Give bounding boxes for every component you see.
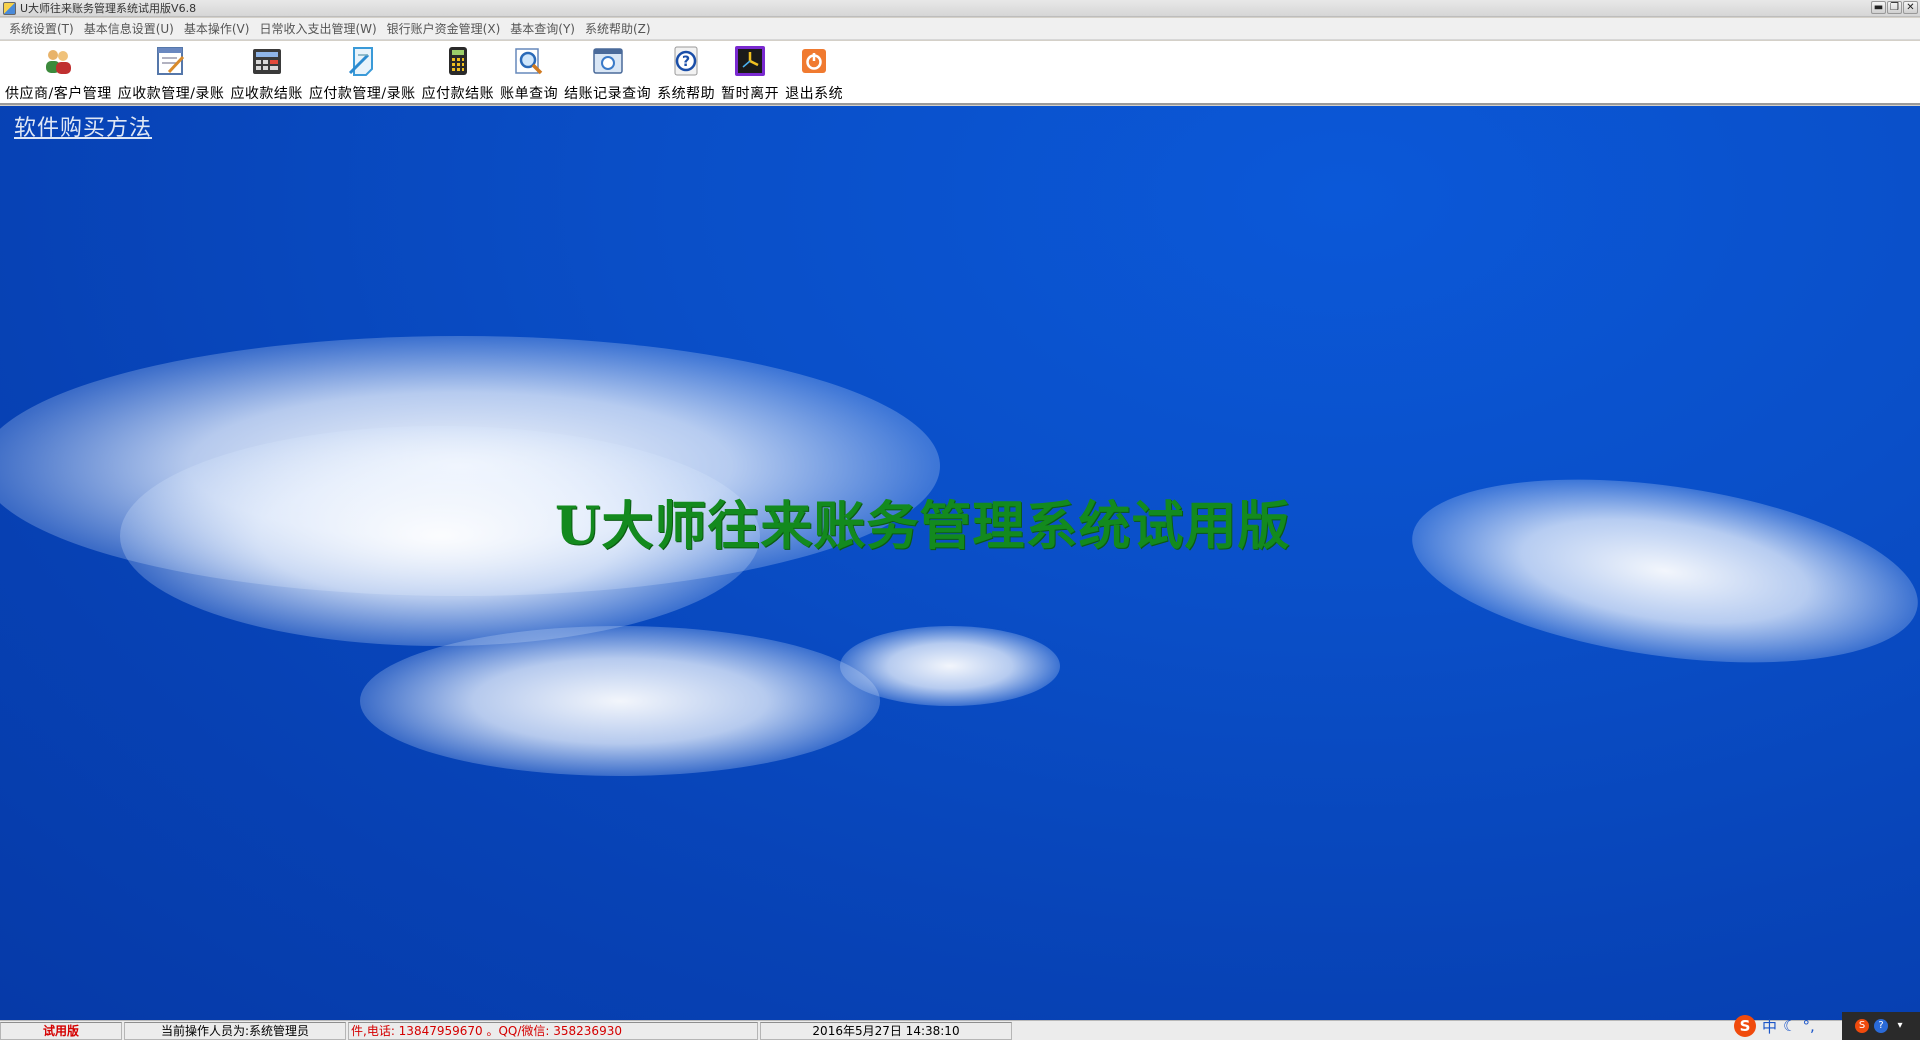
ime-logo-icon[interactable]: S (1734, 1015, 1756, 1037)
menu-bar: 系统设置(T) 基本信息设置(U) 基本操作(V) 日常收入支出管理(W) 银行… (0, 18, 1920, 40)
settle-record-query-button[interactable]: 结账记录查询 (561, 41, 654, 102)
menu-basic-operations[interactable]: 基本操作(V) (179, 18, 255, 39)
tray-dark-panel: S ? ▾ (1842, 1012, 1920, 1040)
receivable-settle-button[interactable]: 应收款结账 (227, 41, 306, 102)
menu-bank-accounts[interactable]: 银行账户资金管理(X) (382, 18, 506, 39)
toolbar-label: 暂时离开 (721, 86, 780, 102)
main-background: 软件购买方法 U大师往来账务管理系统试用版 (0, 106, 1920, 1020)
status-version: 试用版 (0, 1021, 122, 1040)
ledger-edit-icon (154, 45, 188, 77)
app-center-title: U大师往来账务管理系统试用版 (555, 496, 1291, 557)
moon-icon[interactable]: ☾ (1783, 1017, 1796, 1035)
toolbar-label: 供应商/客户管理 (5, 86, 112, 102)
help-small-icon[interactable]: ? (1874, 1019, 1888, 1033)
toolbar-label: 账单查询 (500, 86, 559, 102)
svg-text:?: ? (682, 54, 690, 70)
toolbar-label: 应收款管理/录账 (117, 86, 225, 102)
cloud-decoration (360, 626, 880, 776)
toolbar-label: 应收款结账 (230, 86, 303, 102)
calculator-yellow-icon (441, 45, 475, 77)
bill-query-button[interactable]: 账单查询 (497, 41, 561, 102)
toolbar: 供应商/客户管理 应收款管理/录账 应收款结账 应付款管理/录账 应付款结账 账… (0, 41, 1920, 105)
restore-button[interactable]: ❐ (1887, 1, 1902, 14)
leave-temporarily-button[interactable]: 暂时离开 (718, 41, 782, 102)
payable-settle-button[interactable]: 应付款结账 (419, 41, 498, 102)
system-help-button[interactable]: ? 系统帮助 (654, 41, 718, 102)
calculator-icon (250, 45, 284, 77)
menu-basic-info-settings[interactable]: 基本信息设置(U) (79, 18, 179, 39)
window-search-icon (591, 45, 625, 77)
close-button[interactable]: ✕ (1903, 1, 1918, 14)
toolbar-label: 应付款结账 (421, 86, 495, 102)
receivable-manage-button[interactable]: 应收款管理/录账 (115, 41, 228, 102)
exit-system-button[interactable]: 退出系统 (782, 41, 846, 102)
ime-tray: S 中 ☾ °, S ? ▾ (1730, 1012, 1920, 1040)
ime-logo-small-icon[interactable]: S (1855, 1019, 1869, 1033)
status-bar: 试用版 当前操作人员为:系统管理员 件,电话: 13847959670 。QQ/… (0, 1020, 1920, 1040)
minimize-button[interactable]: ▬ (1871, 1, 1886, 14)
cloud-decoration (1400, 451, 1920, 691)
magnifier-icon (512, 45, 546, 77)
status-operator: 当前操作人员为:系统管理员 (124, 1021, 346, 1040)
status-contact: 件,电话: 13847959670 。QQ/微信: 358236930 (348, 1021, 758, 1040)
title-bar: U大师往来账务管理系统试用版V6.8 ▬ ❐ ✕ (0, 0, 1920, 17)
toolbar-label: 结账记录查询 (564, 86, 652, 102)
payable-manage-button[interactable]: 应付款管理/录账 (306, 41, 419, 102)
toolbar-label: 应付款管理/录账 (308, 86, 416, 102)
pen-document-icon (345, 45, 379, 77)
window-controls: ▬ ❐ ✕ (1871, 1, 1918, 14)
window-title: U大师往来账务管理系统试用版V6.8 (20, 2, 197, 15)
clock-icon (733, 45, 767, 77)
menu-basic-query[interactable]: 基本查询(Y) (505, 18, 580, 39)
help-icon: ? (669, 45, 703, 77)
toolbar-label: 退出系统 (785, 86, 844, 102)
ime-punctuation-toggle[interactable]: °, (1802, 1017, 1814, 1035)
power-icon (797, 45, 831, 77)
dropdown-icon[interactable]: ▾ (1893, 1019, 1907, 1033)
menu-daily-income-expense[interactable]: 日常收入支出管理(W) (254, 18, 381, 39)
ime-mode-toggle[interactable]: 中 (1762, 1016, 1777, 1037)
cloud-decoration (840, 626, 1060, 706)
supplier-customer-button[interactable]: 供应商/客户管理 (2, 41, 115, 102)
status-datetime: 2016年5月27日 14:38:10 (760, 1021, 1012, 1040)
buy-software-link[interactable]: 软件购买方法 (14, 110, 152, 142)
toolbar-label: 系统帮助 (657, 86, 716, 102)
users-icon (41, 45, 75, 77)
app-icon (3, 1, 16, 15)
menu-system-settings[interactable]: 系统设置(T) (4, 18, 79, 39)
menu-system-help[interactable]: 系统帮助(Z) (580, 18, 656, 39)
